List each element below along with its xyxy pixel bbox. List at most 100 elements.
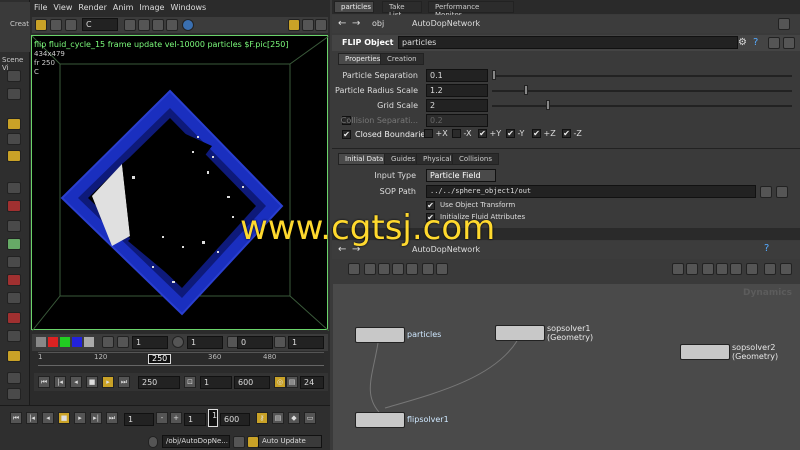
gamma-field[interactable]: 1: [132, 336, 168, 349]
axis-plus-y-checkbox[interactable]: ✔ +Y: [478, 129, 501, 138]
node-sopsolver1[interactable]: [495, 325, 545, 341]
axis-minus-y-checkbox[interactable]: ✔ -Y: [506, 129, 524, 138]
global-play-button[interactable]: ▸: [74, 412, 86, 424]
edit-tool-icon[interactable]: [7, 150, 21, 162]
stop-button[interactable]: ■: [86, 376, 98, 388]
tab-take-list[interactable]: Take List: [382, 1, 422, 19]
particle-radius-field[interactable]: 1.2: [426, 84, 488, 97]
update-mode-select[interactable]: Auto Update: [258, 435, 322, 448]
menu-render[interactable]: Render: [78, 3, 106, 17]
current-frame-marker[interactable]: 250: [148, 354, 172, 364]
first-frame-button[interactable]: ⏮: [38, 376, 50, 388]
end-frame-field[interactable]: 600: [234, 376, 270, 389]
toolbar-channel-icon[interactable]: [65, 19, 77, 31]
red-channel-swatch[interactable]: [48, 337, 58, 347]
tab-particles[interactable]: particles: [334, 1, 374, 13]
global-stop-button[interactable]: ■: [58, 412, 70, 424]
toolbar-zoom-icon[interactable]: [124, 19, 136, 31]
pose-tool-icon[interactable]: [7, 133, 21, 145]
list-view-icon[interactable]: [364, 263, 376, 275]
back-arrow-icon[interactable]: ←: [338, 18, 346, 29]
tree-view-icon[interactable]: [348, 263, 360, 275]
sop-path-field[interactable]: ../../sphere_object1/out: [426, 185, 756, 198]
network-help-icon[interactable]: ?: [764, 243, 769, 254]
alpha-channel-swatch[interactable]: [84, 337, 94, 347]
template-tool-icon[interactable]: [7, 372, 21, 384]
help-icon[interactable]: ?: [753, 37, 758, 48]
camera-tool-icon[interactable]: [7, 256, 21, 268]
fps-field[interactable]: 24: [300, 376, 324, 389]
layout-icon[interactable]: [288, 19, 300, 31]
global-play-back-button[interactable]: ◂: [42, 412, 54, 424]
shape-palette-icon[interactable]: [780, 263, 792, 275]
handle-tool-icon[interactable]: [7, 118, 21, 130]
sop-path-jump-icon[interactable]: [760, 186, 772, 198]
grid-scale-field[interactable]: 2: [426, 99, 488, 112]
axis-plus-x-checkbox[interactable]: +X: [424, 129, 448, 138]
magnet-tool-icon[interactable]: [7, 312, 21, 324]
frame-field[interactable]: 250: [138, 376, 180, 389]
select-tool-icon[interactable]: [7, 70, 21, 82]
particle-separation-field[interactable]: 0.1: [426, 69, 488, 82]
particle-radius-knob[interactable]: [524, 85, 528, 95]
start-frame-field[interactable]: 1: [200, 376, 232, 389]
exposure-field[interactable]: 1: [187, 336, 223, 349]
create-tab-label[interactable]: Creat: [10, 20, 29, 28]
param-layout-icon[interactable]: [768, 37, 780, 49]
node-name-field[interactable]: particles: [398, 36, 738, 49]
global-last-frame-button[interactable]: ⏭: [106, 412, 118, 424]
network-editor-canvas[interactable]: Dynamics particles sopsolver1 (Geometry)…: [333, 284, 800, 450]
axis-plus-z-checkbox[interactable]: ✔ +Z: [532, 129, 556, 138]
particle-radius-slider[interactable]: [492, 90, 792, 92]
menu-windows[interactable]: Windows: [170, 3, 206, 17]
menu-view[interactable]: View: [53, 3, 72, 17]
bookmark-icon[interactable]: ▭: [304, 412, 316, 424]
sop-path-choose-icon[interactable]: [776, 186, 788, 198]
menu-file[interactable]: File: [34, 3, 47, 17]
menu-anim[interactable]: Anim: [113, 3, 134, 17]
range-icon[interactable]: ⊡: [184, 376, 196, 388]
particle-separation-knob[interactable]: [492, 70, 496, 80]
align-icon[interactable]: [686, 263, 698, 275]
axis-minus-z-checkbox[interactable]: ✔ -Z: [562, 129, 582, 138]
global-end-field[interactable]: 600: [220, 413, 250, 426]
exposure-icon[interactable]: [172, 336, 184, 348]
chat-icon[interactable]: [148, 436, 158, 448]
path-obj[interactable]: obj: [372, 19, 384, 28]
contrast-icon[interactable]: [274, 336, 286, 348]
view-tool-icon[interactable]: [7, 88, 21, 100]
expand-icon[interactable]: [315, 19, 327, 31]
offset-field[interactable]: 0: [237, 336, 273, 349]
play-backward-button[interactable]: ◂: [70, 376, 82, 388]
brush-tool-icon[interactable]: [7, 182, 21, 194]
flag-blue-icon[interactable]: [716, 263, 728, 275]
arrange-icon[interactable]: [672, 263, 684, 275]
node-flipsolver1[interactable]: [355, 412, 405, 428]
tab-creation[interactable]: Creation: [380, 53, 424, 65]
snap-tool-icon[interactable]: [7, 220, 21, 232]
last-frame-button[interactable]: ⏭: [118, 376, 130, 388]
path-network[interactable]: AutoDopNetwork: [412, 19, 480, 28]
key-icon[interactable]: ⚷: [256, 412, 268, 424]
toolbar-frame-icon[interactable]: [152, 19, 164, 31]
group-tool-icon[interactable]: [7, 330, 21, 342]
network-view-icon[interactable]: [392, 263, 404, 275]
prev-key-button[interactable]: |◂: [54, 376, 66, 388]
param-expand-icon[interactable]: [783, 37, 795, 49]
blue-channel-swatch[interactable]: [72, 337, 82, 347]
grid-scale-knob[interactable]: [546, 100, 550, 110]
grid-scale-slider[interactable]: [492, 105, 792, 107]
global-first-frame-button[interactable]: ⏮: [10, 412, 22, 424]
color-palette-icon[interactable]: [746, 263, 758, 275]
luminance-swatch[interactable]: [36, 337, 46, 347]
contrast-field[interactable]: 1: [288, 336, 324, 349]
global-frame-field[interactable]: 1: [208, 409, 218, 427]
keyframe-icon[interactable]: ◆: [288, 412, 300, 424]
timeline-ruler[interactable]: 1 120 360 480 250: [38, 352, 324, 370]
camera-select[interactable]: C: [82, 18, 118, 31]
pin-icon[interactable]: [778, 18, 790, 30]
snapshot-icon[interactable]: [302, 19, 314, 31]
step-minus-button[interactable]: -: [156, 412, 168, 424]
toolbar-link-icon[interactable]: [35, 19, 47, 31]
global-step-field[interactable]: 1: [184, 413, 206, 426]
